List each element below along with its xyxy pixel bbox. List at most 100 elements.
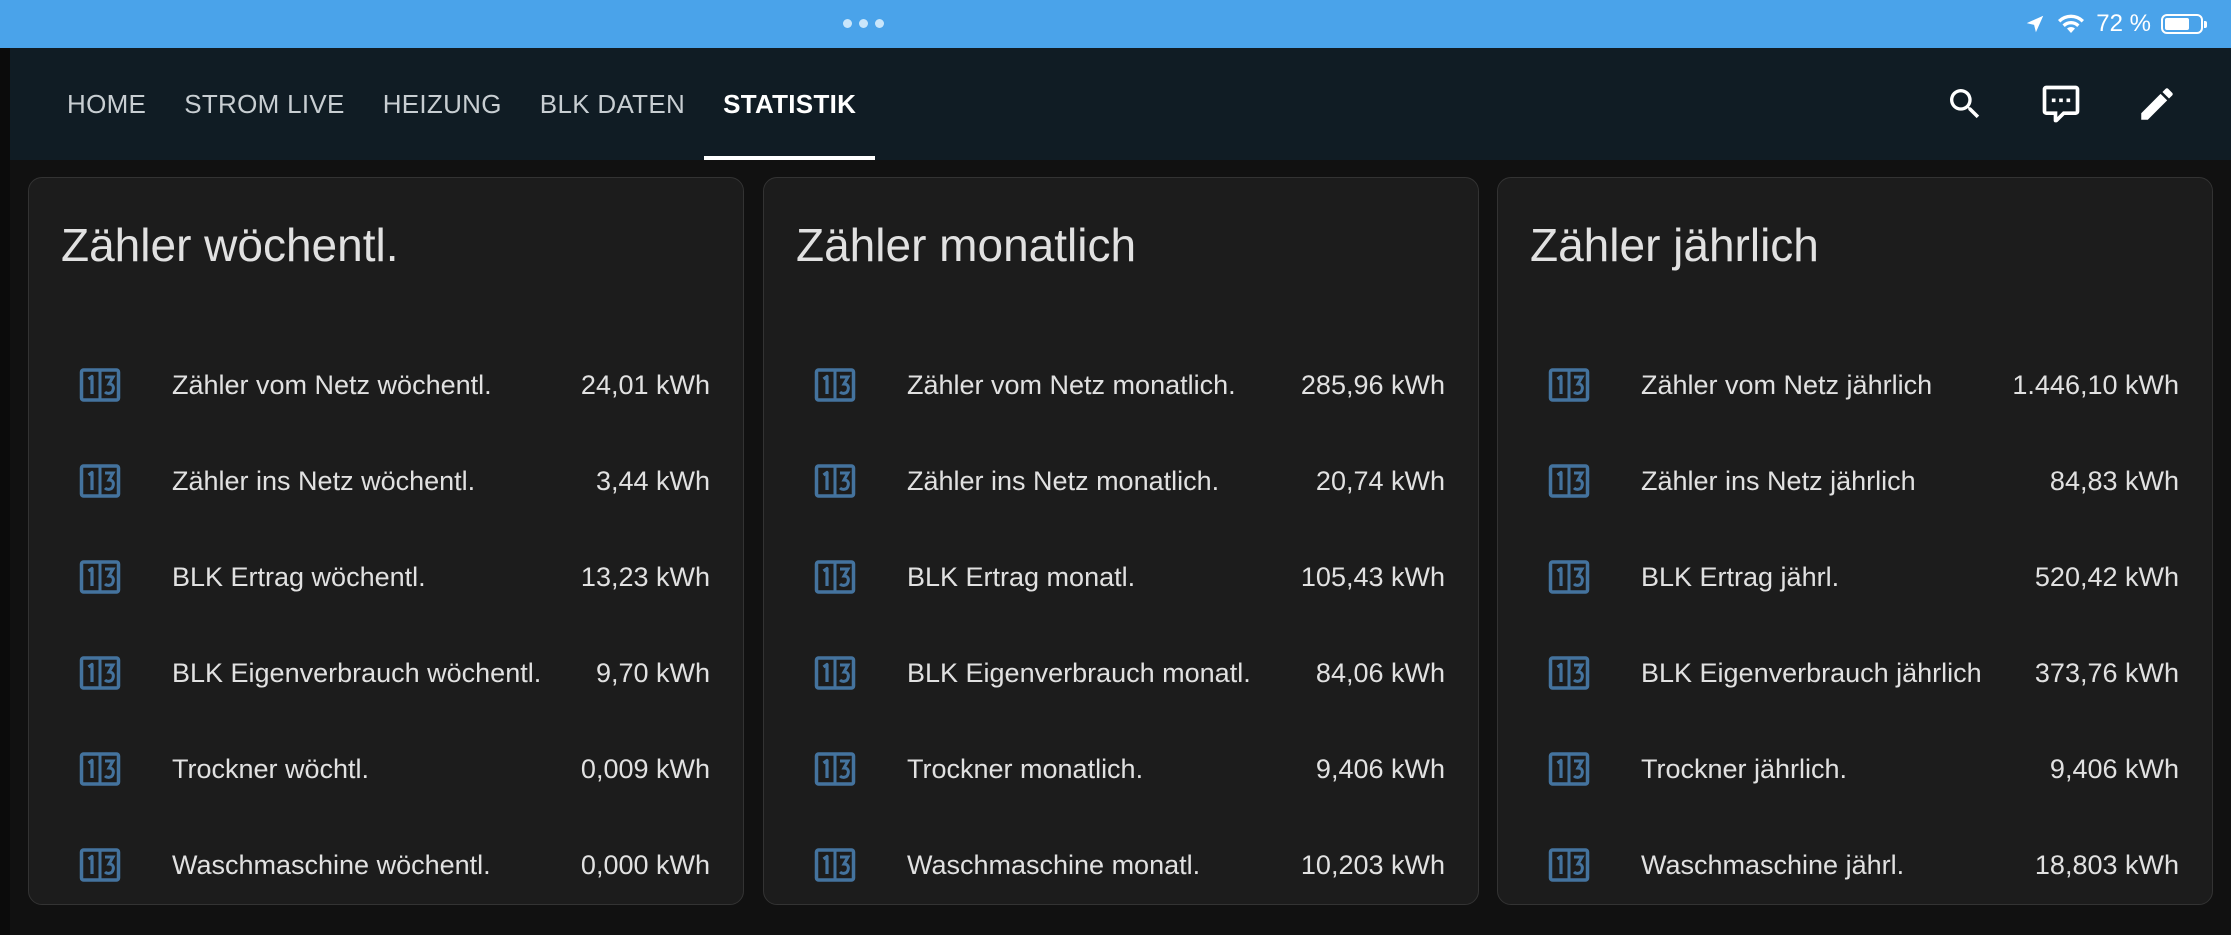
ios-status-bar: 72 % [0, 0, 2231, 48]
entity-value: 20,74 kWh [1315, 465, 1445, 496]
entity-name: Trockner wöchtl. [172, 753, 370, 784]
entity-row[interactable]: Trockner jährlich. 9,406 kWh [1498, 739, 2212, 799]
entity-row[interactable]: Waschmaschine jährl. 18,803 kWh [1498, 835, 2212, 895]
counter-icon [79, 560, 121, 594]
counter-icon [814, 848, 856, 882]
entity-value: 9,406 kWh [2049, 753, 2179, 784]
card-weekly: Zähler wöchentl. Zähler vom Netz wöchent… [28, 177, 744, 905]
view-tabs: HOME STROM LIVE HEIZUNG BLK DATEN STATIS… [48, 48, 876, 160]
edit-pencil-icon [2141, 88, 2173, 120]
entity-value: 13,23 kWh [580, 561, 710, 592]
entity-row[interactable]: Zähler ins Netz jährlich 84,83 kWh [1498, 451, 2212, 511]
entity-value: 1.446,10 kWh [2012, 369, 2179, 400]
tab-statistik[interactable]: STATISTIK [704, 48, 876, 160]
counter-icon [1548, 752, 1590, 786]
card-yearly: Zähler jährlich Zähler vom Netz jährlich… [1497, 177, 2213, 905]
app-header: HOME STROM LIVE HEIZUNG BLK DATEN STATIS… [0, 48, 2231, 160]
entity-row[interactable]: BLK Eigenverbrauch wöchentl. 9,70 kWh [29, 643, 743, 703]
counter-icon [1548, 656, 1590, 690]
entity-row[interactable]: Zähler vom Netz jährlich 1.446,10 kWh [1498, 355, 2212, 415]
entity-row[interactable]: Waschmaschine wöchentl. 0,000 kWh [29, 835, 743, 895]
entity-name: BLK Eigenverbrauch jährlich [1641, 657, 1982, 688]
entity-name: Zähler vom Netz monatlich. [907, 369, 1236, 400]
entity-name: Zähler vom Netz jährlich [1641, 369, 1933, 400]
counter-icon [79, 464, 121, 498]
sidebar-edge [0, 48, 10, 935]
entity-name: Waschmaschine wöchentl. [172, 849, 491, 880]
entity-name: Zähler ins Netz monatlich. [907, 465, 1220, 496]
multitasking-dots-icon[interactable] [843, 19, 884, 28]
entity-name: BLK Ertrag wöchentl. [172, 561, 426, 592]
entity-row[interactable]: Zähler ins Netz monatlich. 20,74 kWh [764, 451, 1478, 511]
wifi-icon [2058, 14, 2085, 33]
counter-icon [1548, 368, 1590, 402]
entity-value: 285,96 kWh [1300, 369, 1445, 400]
entity-row[interactable]: BLK Ertrag wöchentl. 13,23 kWh [29, 547, 743, 607]
counter-icon [814, 656, 856, 690]
entity-value: 0,000 kWh [580, 849, 710, 880]
entity-value: 84,83 kWh [2049, 465, 2179, 496]
assist-button[interactable] [2037, 80, 2085, 128]
tab-heizung[interactable]: HEIZUNG [364, 48, 521, 160]
entity-value: 0,009 kWh [580, 753, 710, 784]
entity-name: Zähler vom Netz wöchentl. [172, 369, 492, 400]
card-title: Zähler monatlich [796, 219, 1137, 271]
header-actions [1941, 48, 2181, 160]
entity-name: Zähler ins Netz jährlich [1641, 465, 1916, 496]
counter-icon [79, 368, 121, 402]
card-title: Zähler jährlich [1530, 219, 1819, 271]
entity-value: 24,01 kWh [580, 369, 710, 400]
entity-row[interactable]: Zähler ins Netz wöchentl. 3,44 kWh [29, 451, 743, 511]
entity-name: BLK Ertrag monatl. [907, 561, 1136, 592]
entity-row[interactable]: BLK Eigenverbrauch monatl. 84,06 kWh [764, 643, 1478, 703]
entity-name: BLK Eigenverbrauch wöchentl. [172, 657, 542, 688]
entity-value: 10,203 kWh [1300, 849, 1445, 880]
entity-row[interactable]: BLK Eigenverbrauch jährlich 373,76 kWh [1498, 643, 2212, 703]
entity-value: 105,43 kWh [1300, 561, 1445, 592]
entity-row[interactable]: Trockner monatlich. 9,406 kWh [764, 739, 1478, 799]
counter-icon [814, 368, 856, 402]
entity-value: 373,76 kWh [2034, 657, 2179, 688]
counter-icon [79, 752, 121, 786]
card-monthly: Zähler monatlich Zähler vom Netz monatli… [763, 177, 1479, 905]
entity-value: 84,06 kWh [1315, 657, 1445, 688]
entity-name: Trockner jährlich. [1641, 753, 1848, 784]
search-button[interactable] [1941, 80, 1989, 128]
search-icon [1950, 89, 1980, 119]
entity-name: Trockner monatlich. [907, 753, 1144, 784]
status-indicators: 72 % [2024, 9, 2207, 39]
entity-row[interactable]: Zähler vom Netz monatlich. 285,96 kWh [764, 355, 1478, 415]
counter-icon [79, 656, 121, 690]
entity-row[interactable]: Waschmaschine monatl. 10,203 kWh [764, 835, 1478, 895]
counter-icon [814, 560, 856, 594]
counter-icon [814, 464, 856, 498]
entity-row[interactable]: Trockner wöchtl. 0,009 kWh [29, 739, 743, 799]
entity-row[interactable]: BLK Ertrag monatl. 105,43 kWh [764, 547, 1478, 607]
assist-chat-icon [2042, 85, 2080, 123]
entity-value: 18,803 kWh [2034, 849, 2179, 880]
entity-value: 9,406 kWh [1315, 753, 1445, 784]
entity-value: 3,44 kWh [595, 465, 710, 496]
entity-value: 520,42 kWh [2034, 561, 2179, 592]
entity-name: BLK Eigenverbrauch monatl. [907, 657, 1251, 688]
counter-icon [1548, 848, 1590, 882]
battery-icon [2161, 14, 2207, 34]
entity-value: 9,70 kWh [595, 657, 710, 688]
counter-icon [814, 752, 856, 786]
counter-icon [79, 848, 121, 882]
card-title: Zähler wöchentl. [61, 219, 399, 271]
edit-dashboard-button[interactable] [2133, 80, 2181, 128]
tab-blk-daten[interactable]: BLK DATEN [521, 48, 704, 160]
tab-strom-live[interactable]: STROM LIVE [165, 48, 363, 160]
entity-row[interactable]: BLK Ertrag jährl. 520,42 kWh [1498, 547, 2212, 607]
location-arrow-icon [2027, 15, 2044, 33]
battery-percentage: 72 % [2096, 10, 2151, 37]
counter-icon [1548, 464, 1590, 498]
entity-name: BLK Ertrag jährl. [1641, 561, 1840, 592]
counter-icon [1548, 560, 1590, 594]
entity-name: Waschmaschine jährl. [1641, 849, 1905, 880]
entity-name: Waschmaschine monatl. [907, 849, 1201, 880]
entity-name: Zähler ins Netz wöchentl. [172, 465, 476, 496]
tab-home[interactable]: HOME [48, 48, 165, 160]
entity-row[interactable]: Zähler vom Netz wöchentl. 24,01 kWh [29, 355, 743, 415]
